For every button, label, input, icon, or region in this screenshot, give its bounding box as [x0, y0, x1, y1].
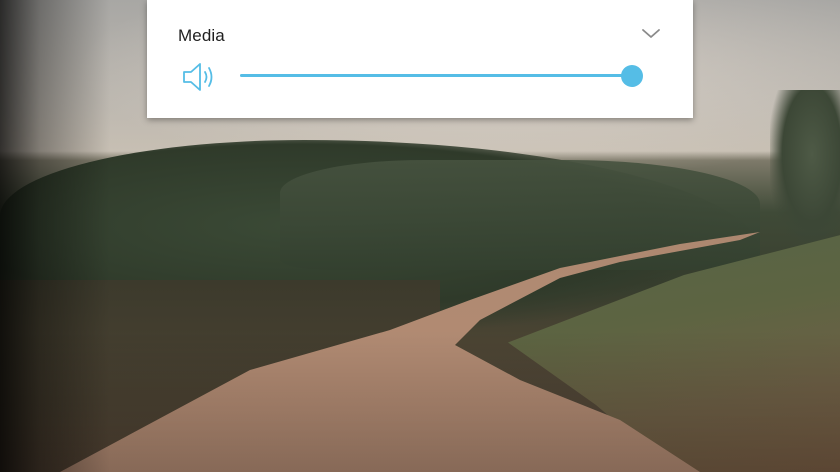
volume-panel: Media	[147, 0, 693, 118]
volume-slider[interactable]	[240, 64, 643, 88]
expand-button[interactable]	[637, 22, 665, 46]
mute-button[interactable]	[181, 59, 219, 95]
chevron-down-icon	[642, 29, 660, 38]
slider-thumb[interactable]	[621, 65, 643, 87]
speaker-volume-icon	[183, 63, 213, 91]
stream-title: Media	[178, 26, 225, 45]
slider-fill	[240, 74, 632, 77]
